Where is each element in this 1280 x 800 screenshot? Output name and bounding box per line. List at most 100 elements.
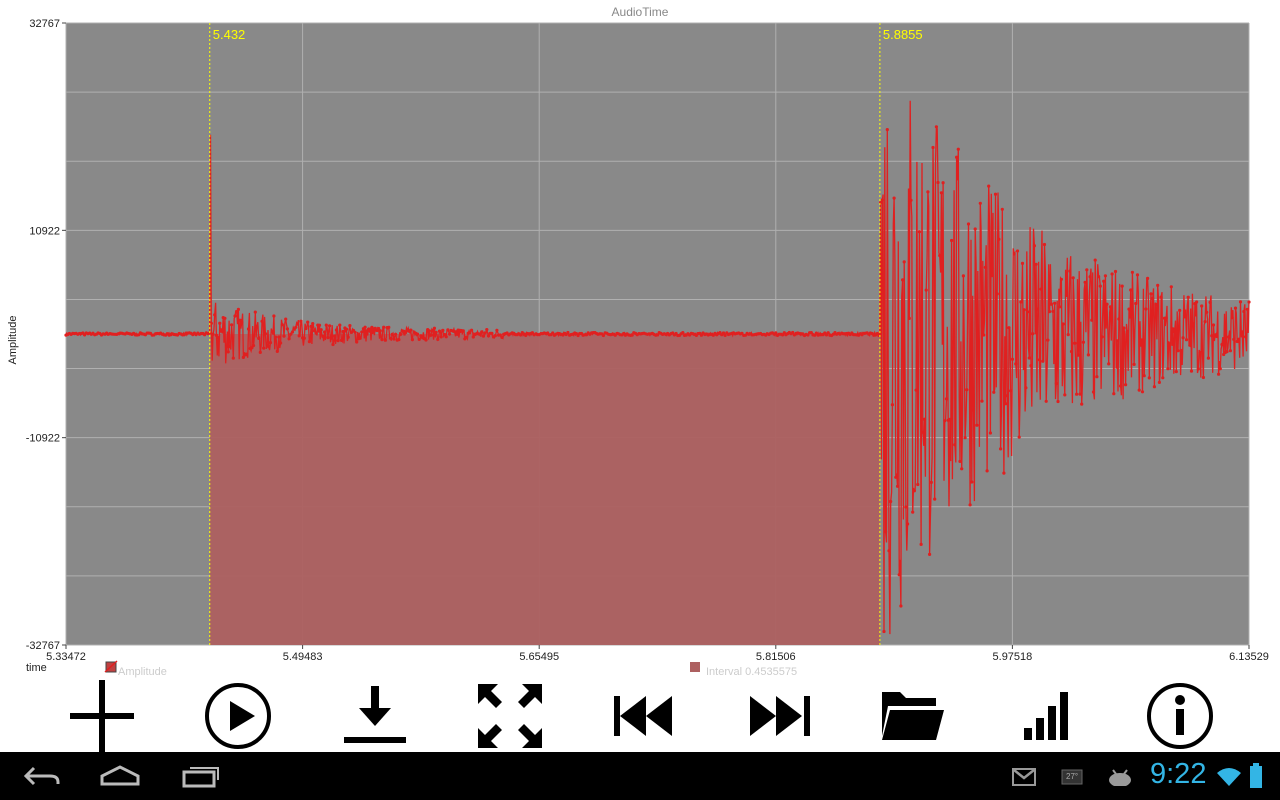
- skip-previous-button[interactable]: [604, 680, 684, 752]
- waveform-point: [985, 469, 989, 473]
- waveform-point: [236, 307, 240, 311]
- waveform-point: [978, 201, 982, 205]
- waveform-point: [1090, 318, 1094, 322]
- waveform-point: [284, 317, 288, 321]
- waveform-point: [1029, 364, 1033, 368]
- waveform-point: [911, 510, 915, 514]
- legend-interval-swatch: [690, 662, 700, 672]
- waveform-point: [892, 196, 896, 200]
- x-tick-label: 5.33472: [46, 651, 86, 663]
- waveform-point: [1156, 283, 1160, 287]
- waveform-point: [988, 431, 993, 435]
- waveform-point: [223, 316, 227, 320]
- waveform-point: [1004, 402, 1008, 406]
- x-axis-label: time: [26, 662, 47, 674]
- open-folder-button[interactable]: [872, 680, 952, 752]
- wifi-icon: [1217, 768, 1241, 786]
- waveform-point: [480, 330, 484, 334]
- play-button[interactable]: [198, 680, 278, 752]
- waveform-point: [1071, 276, 1075, 280]
- waveform-point: [681, 331, 685, 335]
- waveform-point: [390, 332, 394, 336]
- waveform-point: [272, 314, 276, 318]
- waveform-point: [1244, 335, 1248, 339]
- waveform-point: [973, 227, 977, 231]
- waveform-point: [1088, 275, 1092, 279]
- chart-area[interactable]: AudioTime 5.432 5.8855 32767 10922 -10922-…: [0, 0, 1280, 680]
- waveform-point: [961, 274, 966, 278]
- waveform-point: [1139, 343, 1143, 347]
- waveform-point: [975, 423, 979, 427]
- waveform-point: [1169, 285, 1173, 289]
- waveform-point: [1012, 252, 1016, 256]
- waveform-point: [317, 323, 322, 327]
- waveform-point: [424, 338, 428, 342]
- waveform-point: [1225, 350, 1229, 354]
- waveform-point: [415, 332, 420, 336]
- waveform-point: [341, 329, 345, 334]
- recent-apps-button[interactable]: [170, 758, 230, 794]
- waveform-point: [1124, 383, 1128, 387]
- signal-bars-icon: [1024, 692, 1068, 740]
- waveform-point: [884, 530, 888, 534]
- waveform-point: [307, 340, 311, 344]
- waveform-point: [993, 192, 998, 196]
- waveform-point: [1154, 302, 1158, 307]
- waveform-point: [441, 328, 445, 332]
- waveform-point: [485, 328, 489, 332]
- waveform-point: [1176, 349, 1180, 353]
- home-button[interactable]: [90, 758, 150, 794]
- x-tick-label: 5.81506: [756, 651, 796, 663]
- waveform-point: [314, 331, 318, 335]
- info-button[interactable]: [1140, 680, 1220, 752]
- back-button[interactable]: [12, 758, 72, 794]
- waveform-point: [262, 346, 266, 350]
- waveform-point: [493, 334, 497, 338]
- waveform-point: [434, 330, 438, 334]
- waveform-point: [1232, 337, 1236, 341]
- waveform-point: [274, 335, 278, 339]
- waveform-point: [1108, 305, 1112, 309]
- waveform-point: [1220, 342, 1224, 347]
- fullscreen-button[interactable]: [470, 680, 550, 752]
- y-tick-label: 32767: [29, 18, 60, 30]
- skip-next-button[interactable]: [740, 680, 820, 752]
- waveform-point: [882, 629, 886, 634]
- waveform-point: [1218, 367, 1222, 371]
- waveform-point: [1036, 307, 1040, 311]
- waveform-point: [987, 184, 991, 188]
- y-axis-ticks: 3276710922-10922-32767: [26, 18, 66, 652]
- waveform-point: [1181, 336, 1185, 340]
- waveform-point: [323, 330, 327, 334]
- waveform-point: [338, 323, 342, 327]
- waveform-point: [1105, 302, 1109, 306]
- waveform-point: [1032, 244, 1036, 248]
- signal-bars-button[interactable]: [1006, 680, 1086, 752]
- waveform-point: [1206, 356, 1210, 360]
- waveform-point: [225, 344, 229, 348]
- waveform-point: [218, 321, 222, 325]
- waveform-point: [344, 327, 349, 331]
- x-axis-ticks: 5.33472 5.49483 5.65495 5.81506 5.97518 6.135…: [46, 645, 1269, 663]
- waveform-point: [1191, 322, 1195, 326]
- waveform-point: [448, 332, 452, 336]
- waveform-point: [326, 336, 330, 340]
- waveform-point: [921, 430, 925, 434]
- waveform-point: [929, 480, 933, 484]
- waveform-point: [1245, 307, 1249, 311]
- waveform-point: [917, 230, 922, 234]
- waveform-point: [1210, 334, 1214, 338]
- battery-icon: [1250, 763, 1262, 788]
- android-debug-icon: [1109, 769, 1131, 786]
- add-button[interactable]: [62, 680, 142, 752]
- waveform-point: [902, 260, 906, 264]
- waveform-point: [275, 349, 279, 353]
- waveform-point: [995, 292, 999, 296]
- audio-chart[interactable]: AudioTime 5.432 5.8855 3276710922-10922-…: [0, 0, 1280, 680]
- waveform-point: [258, 350, 262, 354]
- waveform-point: [233, 314, 237, 318]
- waveform-point: [252, 344, 256, 348]
- download-button[interactable]: [334, 680, 414, 752]
- waveform-point: [880, 198, 884, 202]
- waveform-point: [931, 145, 935, 150]
